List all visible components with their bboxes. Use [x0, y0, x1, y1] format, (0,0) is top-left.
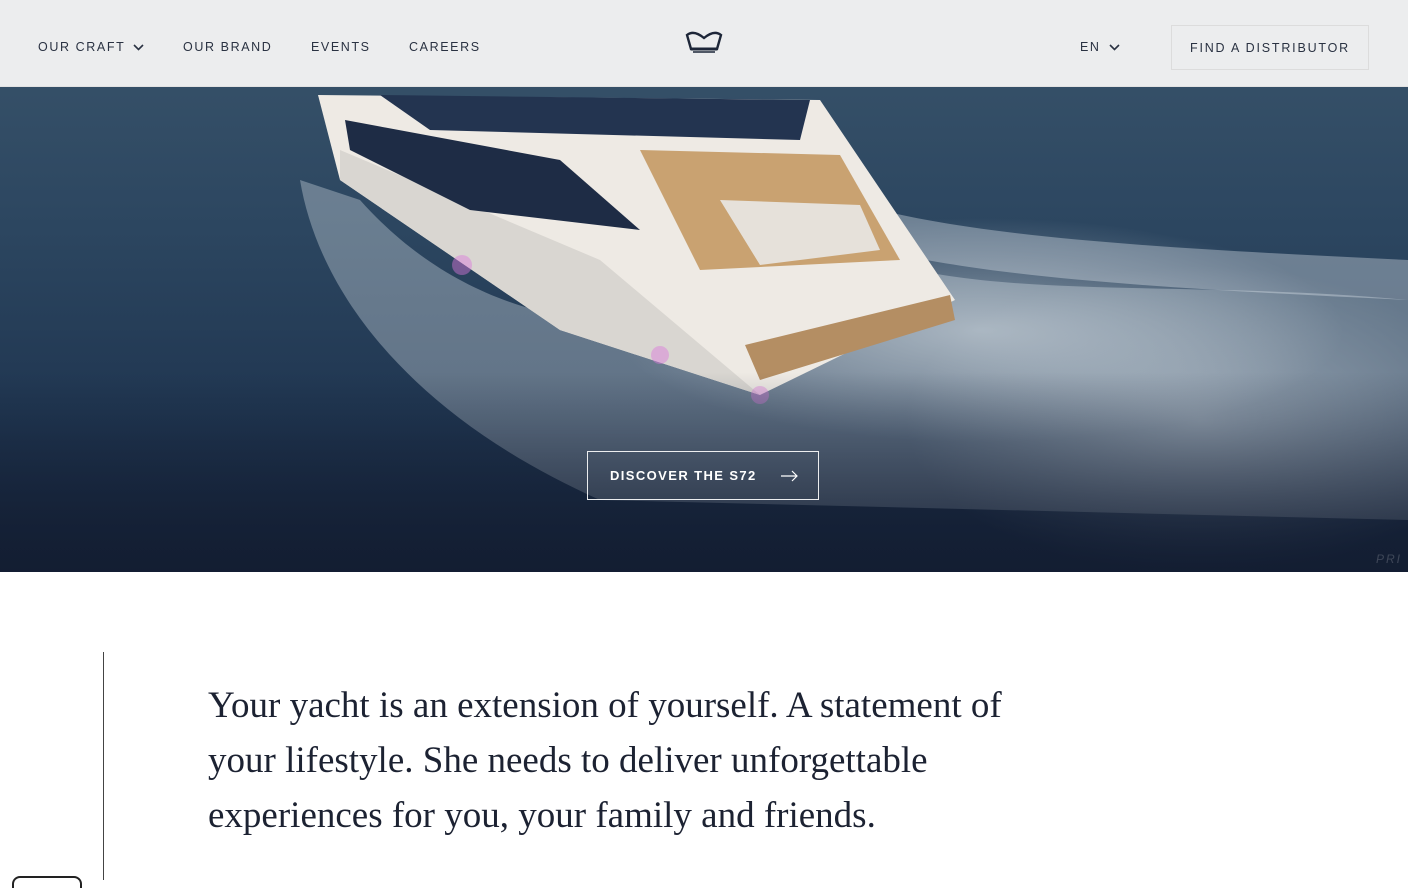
nav-careers[interactable]: CAREERS [409, 40, 481, 54]
chat-widget-tab[interactable] [12, 876, 82, 888]
nav-our-craft-label: OUR CRAFT [38, 40, 126, 54]
section-divider-line [103, 652, 104, 880]
nav-our-brand-label: OUR BRAND [183, 40, 273, 54]
nav-our-craft[interactable]: OUR CRAFT [38, 40, 144, 54]
chevron-down-icon [1109, 43, 1120, 51]
find-distributor-button[interactable]: FIND A DISTRIBUTOR [1171, 25, 1369, 70]
chevron-down-icon [133, 43, 144, 51]
nav-careers-label: CAREERS [409, 40, 481, 54]
site-header: OUR CRAFT OUR BRAND EVENTS CAREERS EN FI… [0, 0, 1408, 87]
brand-statement: Your yacht is an extension of yourself. … [208, 685, 1002, 836]
nav-events-label: EVENTS [311, 40, 371, 54]
language-selector[interactable]: EN [1080, 40, 1120, 54]
language-label: EN [1080, 40, 1101, 54]
find-distributor-label: FIND A DISTRIBUTOR [1190, 40, 1350, 55]
nav-events[interactable]: EVENTS [311, 40, 371, 54]
nav-our-brand[interactable]: OUR BRAND [183, 40, 272, 54]
discover-s72-label: DISCOVER THE S72 [610, 468, 757, 483]
discover-s72-button[interactable]: DISCOVER THE S72 [587, 451, 819, 500]
hero-watermark: PRI [1375, 552, 1402, 566]
arrow-right-icon [780, 470, 798, 481]
crown-icon[interactable] [684, 30, 724, 54]
